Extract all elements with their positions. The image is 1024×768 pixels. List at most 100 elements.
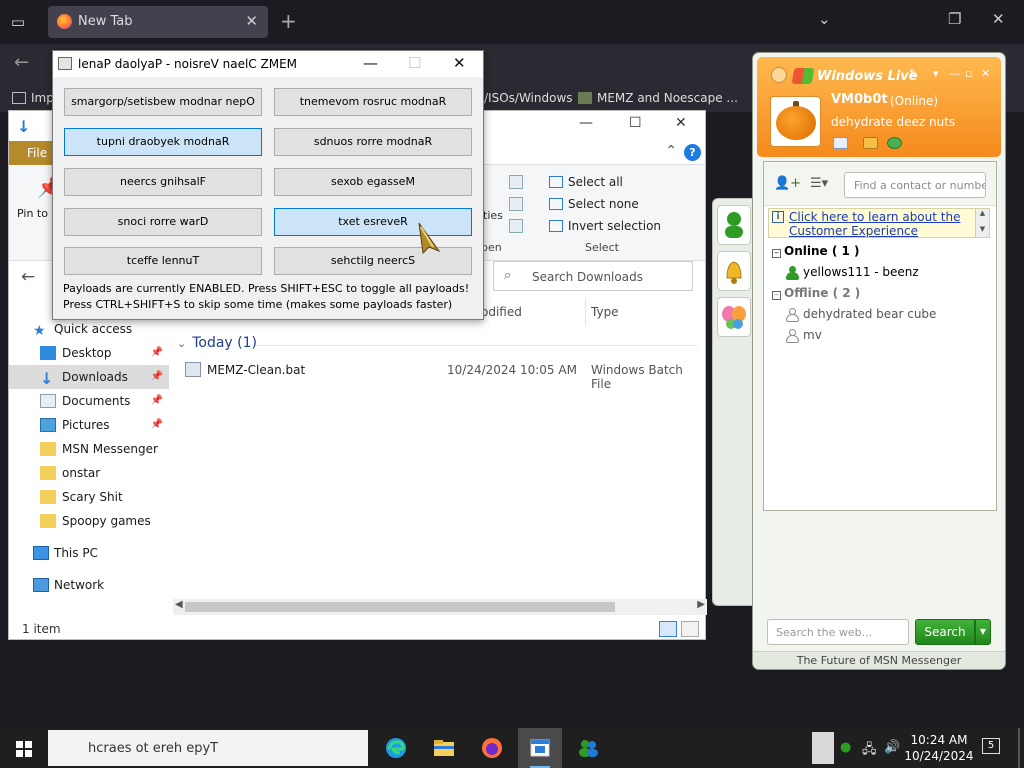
payload-random-error-sounds-button[interactable]: sdnuos rorre modnaR [274, 128, 472, 156]
group-online[interactable]: – Online ( 1 ) [772, 244, 860, 258]
taskbar-firefox[interactable] [470, 728, 514, 768]
bookmark-import[interactable]: Imp [12, 91, 54, 105]
nav-quick-access[interactable]: ★ Quick access [9, 317, 169, 341]
mail-icon[interactable] [833, 137, 848, 149]
taskbar-memz[interactable] [518, 728, 562, 768]
restore-icon[interactable]: ❐ [948, 10, 961, 28]
find-contact-input[interactable]: Find a contact or number [844, 172, 986, 198]
group-offline[interactable]: – Offline ( 2 ) [772, 286, 860, 300]
search-dropdown-icon[interactable]: ▼ [975, 619, 991, 645]
system-clock[interactable]: 10:24 AM 10/24/2024 [904, 732, 974, 764]
history-small-icon[interactable] [509, 219, 523, 233]
nav-msn-messenger[interactable]: MSN Messenger [9, 437, 169, 461]
online-status[interactable]: (Online) [890, 94, 938, 108]
bookmark-isos[interactable]: /ISOs/Windows [484, 91, 573, 105]
scroll-right-icon[interactable]: ▶ [697, 599, 705, 610]
maximize-icon[interactable]: ▫ [965, 67, 972, 80]
msn-butterfly-icon[interactable] [887, 137, 902, 149]
back-icon[interactable]: ← [21, 267, 35, 287]
pen-icon[interactable]: ✎ [909, 67, 918, 80]
invert-selection-button[interactable]: Invert selection [549, 219, 661, 233]
network-tray-icon[interactable]: 🖧 [862, 740, 877, 762]
payload-draw-error-icons-button[interactable]: snoci rorre warD [64, 208, 262, 236]
column-type[interactable]: Type [591, 305, 619, 319]
chevron-down-icon[interactable]: ▾ [933, 67, 939, 80]
select-none-button[interactable]: Select none [549, 197, 639, 211]
payload-tunnel-effect-button[interactable]: tceffe lennuT [64, 247, 262, 275]
maximize-icon[interactable]: ☐ [629, 115, 642, 131]
contact-offline[interactable]: mv [786, 328, 822, 343]
web-search-button[interactable]: Search [915, 619, 975, 645]
add-contact-icon[interactable]: 👤+ [774, 176, 801, 191]
payload-open-random-websites-button[interactable]: smargorp/setisbew modnar nepO [64, 88, 262, 116]
minimize-icon[interactable]: — [949, 67, 960, 80]
edit-small-icon[interactable] [509, 197, 523, 211]
customer-experience-link[interactable]: Click here to learn about the Customer E… [789, 210, 974, 238]
search-downloads-input[interactable]: ⌕ Search Downloads [493, 261, 693, 291]
bell-tab-icon[interactable] [717, 251, 751, 291]
bookmark-memz[interactable]: MEMZ and Noescape ... [578, 91, 738, 105]
notifications-icon[interactable]: 5 [982, 738, 1000, 754]
start-button[interactable] [0, 728, 48, 768]
nav-spoopy-games[interactable]: Spoopy games [9, 509, 169, 533]
butterfly-tab-icon[interactable] [717, 297, 751, 337]
close-icon[interactable]: ✕ [453, 54, 466, 72]
payload-flashing-screen-button[interactable]: neercs gnihsalF [64, 168, 262, 196]
properties-small-icon[interactable] [509, 175, 523, 189]
scrollbar-thumb[interactable] [185, 602, 615, 612]
payload-random-keyboard-input-button[interactable]: tupni draobyek modnaR [64, 128, 262, 156]
taskbar-msn[interactable] [566, 728, 610, 768]
list-all-tabs-icon[interactable]: ⌄ [818, 10, 831, 28]
banner-scrollbar[interactable]: ▲ ▼ [975, 209, 989, 237]
tab-file[interactable]: File [9, 141, 57, 165]
nav-this-pc[interactable]: This PC [9, 541, 169, 565]
details-view-icon[interactable] [659, 621, 677, 637]
close-icon[interactable]: ✕ [675, 115, 687, 131]
column-divider[interactable] [585, 299, 586, 325]
nav-documents[interactable]: Documents 📌 [9, 389, 169, 413]
nav-pictures[interactable]: Pictures 📌 [9, 413, 169, 437]
close-icon[interactable]: ✕ [981, 67, 990, 80]
select-all-button[interactable]: Select all [549, 175, 623, 189]
nav-scary-shit[interactable]: Scary Shit [9, 485, 169, 509]
horizontal-scrollbar[interactable]: ◀ ▶ [173, 599, 707, 615]
large-icons-view-icon[interactable] [681, 621, 699, 637]
back-icon[interactable]: ← [14, 52, 29, 73]
customer-experience-banner[interactable]: i Click here to learn about the Customer… [768, 208, 990, 238]
minimize-icon[interactable]: — [363, 54, 378, 72]
spaces-icon[interactable] [863, 137, 878, 149]
nav-downloads[interactable]: ↓ Downloads 📌 [9, 365, 169, 389]
browser-tab-new-tab[interactable]: New Tab ✕ [48, 6, 268, 38]
tray-overflow[interactable] [812, 732, 834, 764]
web-search-input[interactable]: Search the web... [767, 619, 909, 645]
minimize-icon[interactable]: — [579, 115, 593, 131]
nav-onstar[interactable]: onstar [9, 461, 169, 485]
group-header-today[interactable]: ⌄ Today (1) [177, 335, 257, 351]
nav-desktop[interactable]: Desktop 📌 [9, 341, 169, 365]
new-tab-icon[interactable]: + [280, 9, 297, 33]
taskbar-edge[interactable] [374, 728, 418, 768]
payload-message-boxes-button[interactable]: sexob egasseM [274, 168, 472, 196]
chevron-up-icon[interactable]: ⌃ [665, 143, 677, 159]
nav-network[interactable]: Network [9, 573, 169, 597]
tab-list-icon[interactable]: ▭ [8, 12, 28, 32]
menu-icon[interactable] [771, 67, 787, 83]
display-name[interactable]: VM0b0t [831, 92, 888, 107]
payload-random-cursor-movement-button[interactable]: tnemevom rosruc modnaR [274, 88, 472, 116]
column-date-modified[interactable]: odified [481, 305, 522, 319]
show-desktop-button[interactable] [1018, 728, 1020, 768]
contacts-tab-icon[interactable] [717, 205, 751, 245]
personal-message[interactable]: dehydrate deez nuts [831, 115, 955, 129]
taskbar-search-box[interactable]: hcraes ot ereh epyT [48, 730, 368, 766]
volume-icon[interactable]: 🔊 [884, 740, 900, 755]
view-options-icon[interactable]: ☰▾ [810, 176, 828, 191]
close-icon[interactable]: ✕ [992, 10, 1005, 28]
properties-button[interactable]: ties [483, 209, 503, 222]
contact-online[interactable]: yellows111 - beenz [786, 265, 919, 280]
help-icon[interactable]: ? [684, 144, 701, 161]
file-row[interactable]: MEMZ-Clean.bat 10/24/2024 10:05 AM Windo… [185, 359, 705, 391]
scroll-left-icon[interactable]: ◀ [175, 599, 183, 610]
avatar[interactable] [770, 96, 821, 147]
contact-offline[interactable]: dehydrated bear cube [786, 307, 936, 322]
taskbar-file-explorer[interactable] [422, 728, 466, 768]
